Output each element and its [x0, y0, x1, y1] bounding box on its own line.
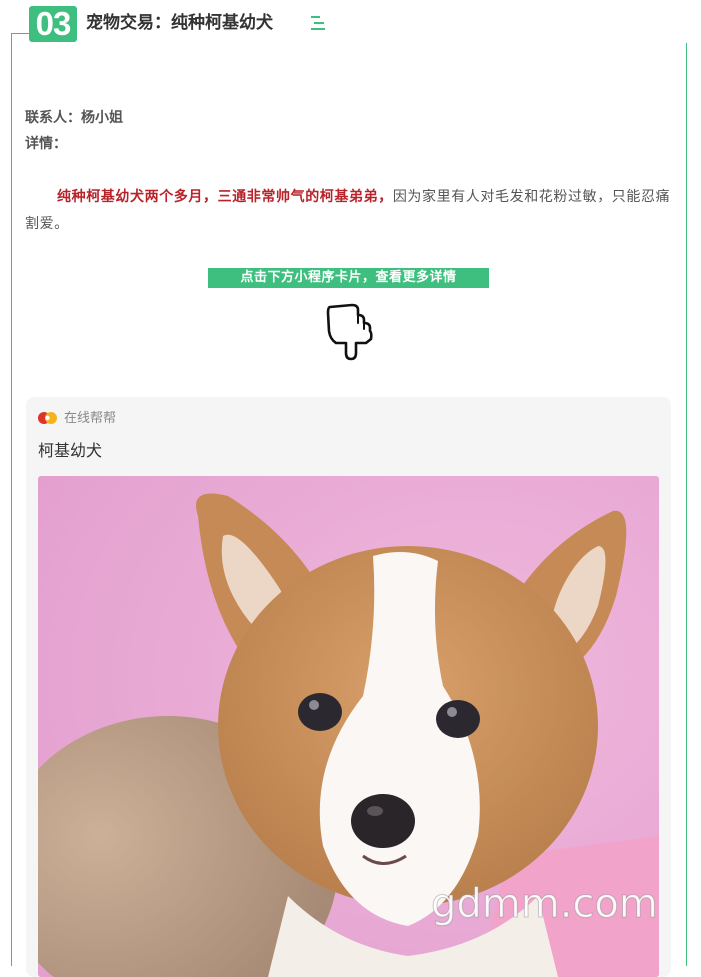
details-label: 详情：: [25, 136, 67, 152]
description-paragraph: 纯种柯基幼犬两个多月，三通非常帅气的柯基弟弟，因为家里有人对毛发和花粉过敏，只能…: [25, 184, 675, 238]
section-title: 宠物交易：纯种柯基幼犬: [86, 13, 273, 33]
mini-program-card[interactable]: 在线帮帮 柯基幼犬 gdmm.com: [26, 397, 671, 977]
section-number-badge: 03: [29, 6, 77, 42]
frame-border-right: [686, 43, 687, 966]
mini-program-title: 柯基幼犬: [38, 441, 103, 460]
cta-banner: 点击下方小程序卡片，查看更多详情: [208, 268, 489, 288]
corgi-photo-illustration: gdmm.com: [38, 476, 659, 977]
photo-watermark: gdmm.com: [431, 881, 658, 927]
corgi-puppy-photo: gdmm.com: [38, 476, 659, 977]
description-highlight: 纯种柯基幼犬两个多月，三通非常帅气的柯基弟弟，: [57, 189, 393, 205]
frame-border-top: [11, 33, 29, 34]
mini-program-source: 在线帮帮: [64, 411, 117, 426]
pointing-hand-down-icon: [326, 303, 373, 361]
frame-border-left: [11, 33, 12, 966]
contact-person: 联系人：杨小姐: [25, 110, 123, 126]
menu-lines-icon: [311, 16, 325, 30]
app-logo-icon: [38, 412, 57, 424]
